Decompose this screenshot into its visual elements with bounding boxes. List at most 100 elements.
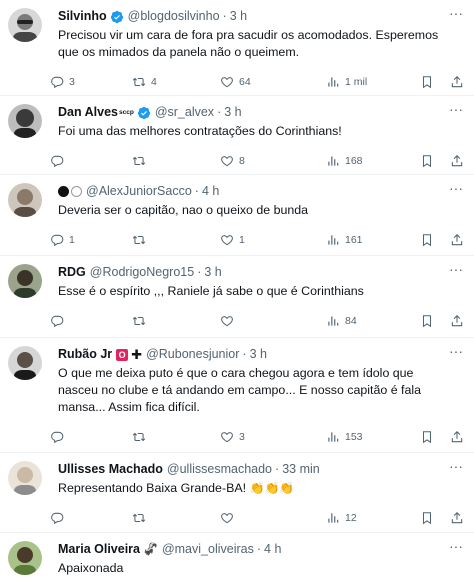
tweet-item[interactable]: RDG @RodrigoNegro15 · 3 h ··· Esse é o e… [0,256,474,338]
views-button[interactable]: 1 mil [326,75,367,89]
share-button[interactable] [450,314,464,328]
timestamp[interactable]: 3 h [204,264,221,281]
reply-button[interactable] [50,314,69,328]
tweet-actions: 3 4 64 1 mil [51,67,464,97]
separator: · [275,462,280,476]
timestamp[interactable]: 3 h [230,8,247,25]
like-button[interactable] [220,511,239,525]
like-button[interactable]: 1 [220,233,245,247]
bookmark-button[interactable] [420,154,434,168]
reply-button[interactable] [50,430,69,444]
reply-icon [51,512,64,525]
author-handle[interactable]: @blogdosilvinho [128,8,220,25]
like-button[interactable]: 64 [220,75,251,89]
views-button[interactable]: 168 [326,154,363,168]
author-handle[interactable]: @ullissesmachado [167,461,272,478]
bookmark-button[interactable] [420,75,434,89]
verified-badge-icon [137,106,150,119]
tweet-item[interactable]: Maria Oliveira 🦨 @mavi_oliveiras · 4 h ·… [0,533,474,584]
author-name[interactable]: Silvinho [58,8,107,25]
bookmark-icon [422,512,432,525]
reply-icon [51,234,64,247]
avatar[interactable] [8,104,42,138]
more-icon[interactable]: ··· [448,102,464,118]
avatar[interactable] [8,183,42,217]
timestamp[interactable]: 3 h [224,104,241,121]
bookmark-button[interactable] [420,511,434,525]
avatar[interactable] [8,541,42,575]
views-button[interactable]: 153 [326,430,363,444]
like-button[interactable]: 3 [220,430,245,444]
retweet-button[interactable] [132,154,151,168]
share-button[interactable] [450,75,464,89]
views-count: 1 mil [345,76,368,88]
retweet-button[interactable] [132,233,151,247]
bookmark-icon [422,76,432,89]
author-name[interactable]: Dan Alves [58,104,118,121]
retweet-button[interactable]: 4 [132,75,157,89]
reply-icon [51,431,64,444]
reply-button[interactable]: 3 [50,75,75,89]
more-icon[interactable]: ··· [448,459,464,475]
share-icon [451,155,463,167]
avatar[interactable] [8,264,42,298]
reply-button[interactable] [50,154,69,168]
views-button[interactable]: 84 [326,314,357,328]
author-handle[interactable]: @RodrigoNegro15 [90,264,194,281]
bookmark-button[interactable] [420,314,434,328]
more-icon[interactable]: ··· [448,262,464,278]
views-icon [328,432,339,442]
author-handle[interactable]: @sr_alvex [155,104,214,121]
tweet-item[interactable]: Ullisses Machado @ullissesmachado · 33 m… [0,453,474,533]
share-icon [451,234,463,246]
share-button[interactable] [450,430,464,444]
tweet-item[interactable]: @AlexJuniorSacco · 4 h ··· Deveria ser o… [0,175,474,256]
more-icon[interactable]: ··· [448,181,464,197]
tweet-text: Precisou vir um cara de fora pra sacudir… [58,28,439,59]
author-name[interactable]: Ullisses Machado [58,461,163,478]
author-handle[interactable]: @AlexJuniorSacco [86,183,192,200]
avatar[interactable] [8,8,42,42]
author-name[interactable]: RDG [58,264,86,281]
avatar[interactable] [8,461,42,495]
like-button[interactable] [220,314,239,328]
reply-button[interactable]: 1 [50,233,75,247]
like-button[interactable]: 8 [220,154,245,168]
bookmark-button[interactable] [420,430,434,444]
avatar[interactable] [8,346,42,380]
more-icon[interactable]: ··· [448,6,464,22]
tweet-item[interactable]: Silvinho @blogdosilvinho · 3 h ··· Preci… [0,0,474,96]
reply-button[interactable] [50,511,69,525]
author-handle[interactable]: @Rubonesjunior [146,346,239,363]
verified-badge-icon [110,10,123,23]
share-button[interactable] [450,154,464,168]
heart-icon [221,432,233,443]
timestamp[interactable]: 4 h [264,541,281,558]
retweet-button[interactable] [132,430,151,444]
timestamp[interactable]: 33 min [282,461,320,478]
tweet-item[interactable]: Rubão Jr O ✚ @Rubonesjunior · 3 h ··· O … [0,338,474,453]
tweet-header: @AlexJuniorSacco · 4 h [58,183,462,200]
share-button[interactable] [450,233,464,247]
tweet-item[interactable]: Dan Alves sccp @sr_alvex · 3 h ··· Foi u… [0,96,474,175]
more-icon[interactable]: ··· [448,344,464,360]
share-button[interactable] [450,511,464,525]
retweet-icon [132,77,146,87]
retweet-button[interactable] [132,511,151,525]
author-handle[interactable]: @mavi_oliveiras [162,541,254,558]
bookmark-button[interactable] [420,233,434,247]
views-button[interactable]: 161 [326,233,363,247]
retweet-icon [132,235,146,245]
more-icon[interactable]: ··· [448,539,464,555]
views-count: 161 [345,234,363,246]
timestamp[interactable]: 3 h [250,346,267,363]
separator: · [197,265,202,279]
views-count: 12 [345,512,357,524]
retweet-button[interactable] [132,314,151,328]
author-name[interactable]: Maria Oliveira [58,541,140,558]
like-count: 3 [239,431,245,443]
views-button[interactable]: 12 [326,511,357,525]
author-name[interactable]: Rubão Jr [58,346,112,363]
views-icon [328,513,339,523]
timestamp[interactable]: 4 h [202,183,219,200]
